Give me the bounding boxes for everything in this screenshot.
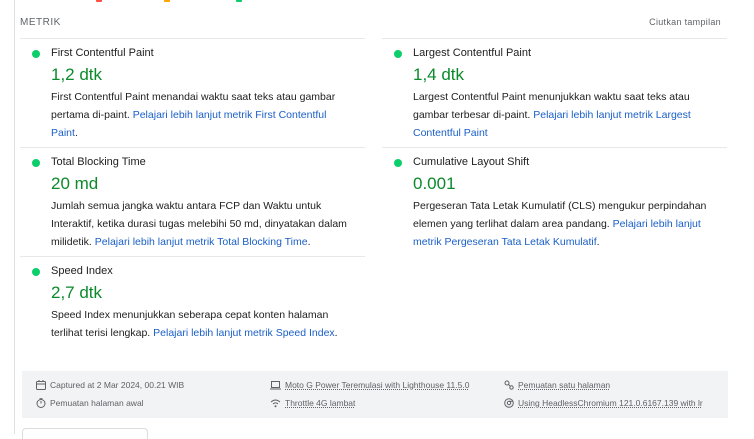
- metric-description: First Contentful Paint menandai waktu sa…: [51, 88, 351, 142]
- throttle-text: Throttle 4G lambat: [285, 398, 356, 408]
- learn-more-link[interactable]: Pelajari lebih lanjut metrik Total Block…: [95, 236, 308, 248]
- section-title: METRIK: [20, 17, 61, 28]
- metric-total-blocking-time: Total Blocking Time 20 md Jumlah semua j…: [20, 147, 365, 255]
- metric-title: Largest Contentful Paint: [413, 47, 532, 59]
- captured-at-item: Captured at 2 Mar 2024, 00.21 WIB: [36, 380, 184, 390]
- metric-divider: [20, 256, 365, 257]
- wifi-icon: [270, 399, 281, 408]
- metric-description: Pergeseran Tata Letak Kumulatif (CLS) me…: [413, 197, 713, 251]
- metric-description: Largest Contentful Paint menunjukkan wak…: [413, 88, 703, 142]
- metric-description: Jumlah semua jangka waktu antara FCP dan…: [51, 197, 356, 251]
- metric-title: First Contentful Paint: [51, 47, 154, 59]
- browser-text: Using HeadlessChromium 121.0.6167.139 wi…: [518, 398, 703, 408]
- metric-description: Speed Index menunjukkan seberapa cepat k…: [51, 306, 351, 342]
- calendar-icon: [36, 380, 46, 390]
- metric-description-suffix: .: [334, 327, 338, 339]
- metric-largest-contentful-paint: Largest Contentful Paint 1,4 dtk Largest…: [382, 38, 727, 146]
- laptop-icon: [270, 381, 281, 390]
- pass-status-icon: [32, 268, 40, 276]
- throttle-item[interactable]: Throttle 4G lambat: [270, 398, 355, 408]
- single-page-item[interactable]: Pemuatan satu halaman: [504, 380, 610, 390]
- metric-divider: [382, 38, 727, 39]
- metric-divider: [382, 147, 727, 148]
- metric-divider: [20, 38, 365, 39]
- browser-item[interactable]: Using HeadlessChromium 121.0.6167.139 wi…: [504, 398, 703, 408]
- device-text: Moto G Power Teremulasi with Lighthouse …: [285, 380, 470, 390]
- collapse-view-toggle[interactable]: Ciutkan tampilan: [649, 17, 721, 27]
- chrome-icon: [504, 398, 514, 408]
- metric-description-suffix: .: [307, 236, 311, 248]
- pass-status-icon: [394, 50, 402, 58]
- page-load-text: Pemuatan halaman awal: [50, 398, 144, 408]
- metric-value: 1,2 dtk: [51, 65, 103, 84]
- metric-value: 2,7 dtk: [51, 283, 103, 302]
- metric-value: 0.001: [413, 174, 456, 193]
- captured-at-text: Captured at 2 Mar 2024, 00.21 WIB: [50, 380, 185, 390]
- pass-status-icon: [32, 159, 40, 167]
- runtime-settings-footer: Captured at 2 Mar 2024, 00.21 WIB Pemuat…: [22, 371, 728, 418]
- metric-cumulative-layout-shift: Cumulative Layout Shift 0.001 Pergeseran…: [382, 147, 727, 255]
- metric-title: Cumulative Layout Shift: [413, 156, 530, 168]
- metric-divider: [20, 147, 365, 148]
- device-item[interactable]: Moto G Power Teremulasi with Lighthouse …: [270, 380, 469, 390]
- metric-first-contentful-paint: First Contentful Paint 1,2 dtk First Con…: [20, 38, 365, 146]
- metric-description-suffix: .: [74, 127, 78, 139]
- metric-value: 20 md: [51, 174, 99, 193]
- report-frame-border: [14, 0, 15, 434]
- metric-value: 1,4 dtk: [413, 65, 465, 84]
- metric-title: Total Blocking Time: [51, 156, 146, 168]
- page-load-item: Pemuatan halaman awal: [36, 398, 144, 408]
- metric-speed-index: Speed Index 2,7 dtk Speed Index menunjuk…: [20, 256, 365, 346]
- metrics-section-header: METRIK Ciutkan tampilan: [20, 17, 721, 31]
- pass-status-icon: [394, 159, 402, 167]
- timer-icon: [36, 398, 46, 408]
- nodes-icon: [504, 380, 514, 390]
- learn-more-link[interactable]: Pelajari lebih lanjut metrik Speed Index: [153, 327, 335, 339]
- pass-status-icon: [32, 50, 40, 58]
- metric-description-suffix: .: [596, 236, 600, 248]
- single-page-text: Pemuatan satu halaman: [518, 380, 611, 390]
- metric-title: Speed Index: [51, 265, 113, 277]
